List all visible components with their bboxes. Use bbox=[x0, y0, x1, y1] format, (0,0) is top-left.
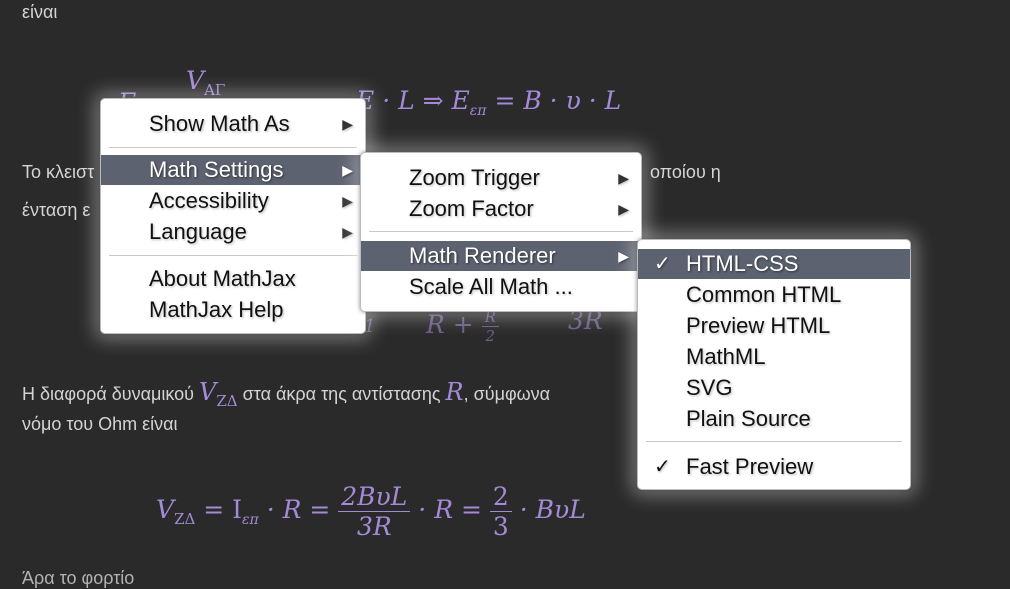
menu-separator bbox=[646, 441, 902, 442]
paragraph-text: είναι bbox=[22, 2, 58, 22]
para-text: στα άκρα της αντίστασης bbox=[237, 384, 446, 404]
menu-item-zoom-factor[interactable]: Zoom Factor ▶ bbox=[361, 194, 641, 224]
menu-item-label: Fast Preview bbox=[686, 454, 814, 479]
paragraph-text: νόμο του Ohm είναι bbox=[22, 414, 178, 434]
paragraph-text: οποίου η bbox=[650, 162, 721, 182]
submenu-arrow-icon: ▶ bbox=[618, 170, 629, 186]
fraction-numerator: 2BυL bbox=[338, 482, 411, 512]
menu-item-label: Plain Source bbox=[686, 406, 811, 431]
menu-item-label: HTML-CSS bbox=[686, 251, 799, 276]
inline-math: VΖΔ bbox=[199, 378, 238, 410]
submenu-arrow-icon: ▶ bbox=[342, 116, 353, 132]
math-fragment: R + R2 bbox=[426, 308, 499, 345]
menu-separator bbox=[109, 255, 357, 256]
paragraph-text: Το κλειστ bbox=[22, 162, 95, 182]
math-settings-submenu: Zoom Trigger ▶ Zoom Factor ▶ Math Render… bbox=[360, 152, 642, 312]
check-icon: ✓ bbox=[654, 456, 671, 478]
menu-item-html-css[interactable]: ✓ HTML-CSS bbox=[638, 249, 910, 279]
fraction-numerator: 2 bbox=[489, 482, 512, 512]
eq2-v: V bbox=[156, 495, 175, 524]
menu-item-label: Zoom Trigger bbox=[409, 165, 540, 190]
equation-1: E · L ⇒ Eεπ = B · υ · L bbox=[356, 86, 621, 119]
eq2-i-subscript: επ bbox=[242, 512, 259, 528]
menu-item-mathjax-help[interactable]: MathJax Help bbox=[101, 295, 365, 325]
para-text: , σύμφωνα bbox=[463, 384, 551, 404]
submenu-arrow-icon: ▶ bbox=[342, 162, 353, 178]
menu-item-mathml[interactable]: MathML bbox=[638, 342, 910, 372]
eq1-top-symbol: V bbox=[186, 66, 205, 95]
mathjax-context-menu: Show Math As ▶ Math Settings ▶ Accessibi… bbox=[100, 98, 366, 334]
menu-item-label: Common HTML bbox=[686, 282, 842, 307]
equation-1-top: VΑΓ bbox=[186, 66, 225, 99]
submenu-arrow-icon: ▶ bbox=[618, 201, 629, 217]
menu-item-plain-source[interactable]: Plain Source bbox=[638, 404, 910, 434]
menu-separator bbox=[109, 147, 357, 148]
submenu-arrow-icon: ▶ bbox=[342, 224, 353, 240]
equation-2: VΖΔ = Iεπ · R = 2BυL 3R · R = 23 · BυL bbox=[156, 482, 586, 541]
document-page: είναι E VΑΓ E · L ⇒ Eεπ = B · υ · L Το κ… bbox=[0, 0, 1010, 588]
menu-item-label: MathML bbox=[686, 344, 766, 369]
menu-separator bbox=[369, 231, 633, 232]
eq1-rest: = B · υ · L bbox=[486, 86, 622, 115]
paragraph-text: Η διαφορά δυναμικού VΖΔ στα άκρα της αντ… bbox=[22, 378, 550, 410]
paragraph-text: Άρα το φορτίο bbox=[22, 568, 135, 588]
menu-item-zoom-trigger[interactable]: Zoom Trigger ▶ bbox=[361, 163, 641, 193]
menu-item-scale-all-math[interactable]: Scale All Math ... bbox=[361, 272, 641, 302]
submenu-arrow-icon: ▶ bbox=[342, 193, 353, 209]
menu-item-label: Math Renderer bbox=[409, 243, 556, 268]
menu-item-label: Preview HTML bbox=[686, 313, 831, 338]
menu-item-about-mathjax[interactable]: About MathJax bbox=[101, 264, 365, 294]
menu-item-accessibility[interactable]: Accessibility ▶ bbox=[101, 186, 365, 216]
eq1-subscript: επ bbox=[469, 103, 487, 119]
eq2-fraction-2: 23 bbox=[489, 482, 512, 541]
inline-math-sub: ΖΔ bbox=[216, 391, 238, 410]
menu-item-preview-html[interactable]: Preview HTML bbox=[638, 311, 910, 341]
menu-item-label: Zoom Factor bbox=[409, 196, 534, 221]
eq2-equals: = I bbox=[195, 495, 243, 524]
paragraph-text: ένταση ε bbox=[22, 200, 91, 220]
menu-item-show-math-as[interactable]: Show Math As ▶ bbox=[101, 109, 365, 139]
menu-item-math-settings[interactable]: Math Settings ▶ bbox=[101, 155, 365, 185]
eq1-top-subscript: ΑΓ bbox=[204, 81, 226, 99]
menu-item-common-html[interactable]: Common HTML bbox=[638, 280, 910, 310]
menu-item-label: Language bbox=[149, 219, 247, 244]
menu-item-label: Math Settings bbox=[149, 157, 284, 182]
fraction-denominator: 2 bbox=[485, 327, 496, 345]
menu-item-label: Accessibility bbox=[149, 188, 269, 213]
eq2-v-subscript: ΖΔ bbox=[174, 510, 196, 528]
eq2-tail: · BυL bbox=[511, 495, 586, 524]
para-text: Η διαφορά δυναμικού bbox=[22, 384, 200, 404]
eq2-fraction-1: 2BυL 3R bbox=[338, 482, 411, 541]
menu-item-fast-preview[interactable]: ✓ Fast Preview bbox=[638, 452, 910, 482]
eq2-middle-2: · R = bbox=[410, 495, 490, 524]
math-renderer-submenu: ✓ HTML-CSS Common HTML Preview HTML Math… bbox=[637, 239, 911, 490]
fraction: R2 bbox=[481, 308, 499, 345]
menu-item-language[interactable]: Language ▶ bbox=[101, 217, 365, 247]
menu-item-label: Show Math As bbox=[149, 111, 290, 136]
eq2-middle: · R = bbox=[258, 495, 339, 524]
menu-item-label: SVG bbox=[686, 375, 733, 400]
menu-item-label: MathJax Help bbox=[149, 297, 284, 322]
menu-item-svg[interactable]: SVG bbox=[638, 373, 910, 403]
menu-item-label: About MathJax bbox=[149, 266, 296, 291]
menu-item-math-renderer[interactable]: Math Renderer ▶ bbox=[361, 241, 641, 271]
eq1-tail: E · L ⇒ E bbox=[356, 86, 470, 115]
inline-math-v: V bbox=[199, 378, 217, 406]
fraction-denominator: 3 bbox=[492, 512, 509, 541]
submenu-arrow-icon: ▶ bbox=[618, 248, 629, 264]
inline-math-r: R bbox=[445, 378, 464, 406]
check-icon: ✓ bbox=[654, 253, 671, 275]
math-fragment-text: R + bbox=[426, 310, 474, 339]
fraction-denominator: 3R bbox=[356, 512, 392, 541]
menu-item-label: Scale All Math ... bbox=[409, 274, 573, 299]
